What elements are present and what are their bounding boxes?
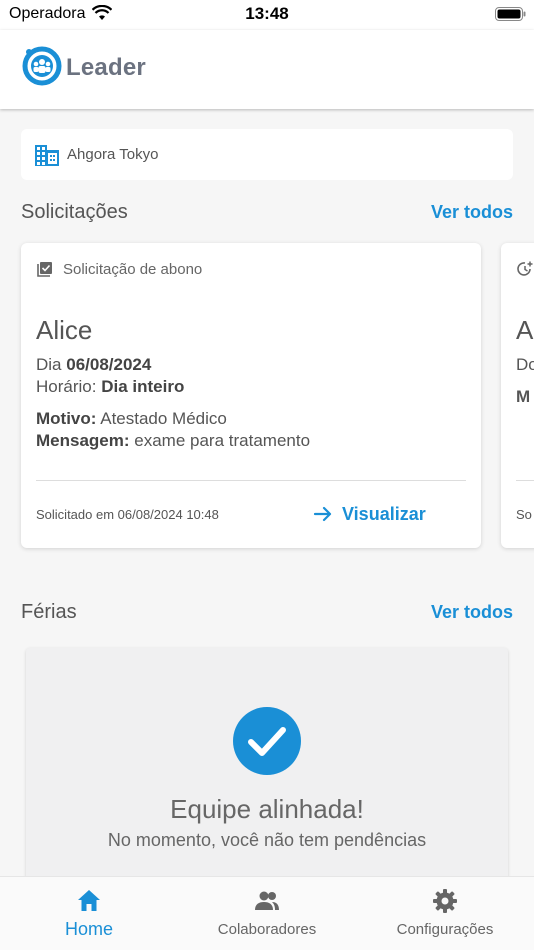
request-day-row: Dia 06/08/2024 — [36, 355, 151, 375]
status-bar: Operadora 13:48 — [0, 0, 534, 30]
view-request-label: Visualizar — [342, 503, 426, 524]
app-header: Leader — [0, 30, 534, 109]
requests-section-title: Solicitações — [21, 201, 128, 223]
requests-see-all-link[interactable]: Ver todos — [431, 202, 513, 223]
home-content[interactable]: Ahgora Tokyo Solicitações Ver todos Soli… — [0, 109, 534, 876]
gear-icon — [433, 889, 457, 913]
request-time-row: Horário: Dia inteiro — [36, 377, 184, 397]
reason-value: Atestado Médico — [100, 409, 227, 428]
brand-name: Leader — [66, 54, 146, 81]
company-selector[interactable]: Ahgora Tokyo — [21, 129, 513, 180]
home-icon — [78, 890, 100, 911]
tab-home[interactable]: Home — [0, 887, 178, 940]
time-value: Dia inteiro — [101, 377, 185, 396]
request-message-row: Mensagem: exame para tratamento — [36, 431, 310, 451]
arrow-right-icon — [313, 506, 332, 522]
clock: 13:48 — [245, 4, 289, 23]
leader-logo-icon — [22, 46, 62, 86]
empty-state-title: Equipe alinhada! — [170, 794, 364, 824]
day-label: Dia — [36, 355, 62, 374]
tab-configuracoes[interactable]: Configurações — [356, 887, 534, 938]
people-icon — [255, 891, 279, 910]
tab-colaboradores-label: Colaboradores — [217, 921, 317, 938]
battery-icon — [495, 7, 526, 21]
company-name: Ahgora Tokyo — [67, 146, 159, 163]
request-reason-row: M — [516, 387, 531, 406]
vacations-empty-state: Equipe alinhada! No momento, você não te… — [26, 648, 508, 876]
view-request-button[interactable]: Visualizar — [313, 501, 426, 527]
message-label: Mensagem: — [36, 431, 130, 450]
empty-state-subtitle: No momento, você não tem pendências — [107, 830, 427, 850]
requested-at: So — [516, 507, 532, 522]
bottom-tab-bar: Home Colaboradores Configurações — [0, 876, 534, 950]
tab-colaboradores[interactable]: Colaboradores — [178, 887, 356, 938]
clock-plus-icon — [517, 261, 533, 276]
requested-at: Solicitado em 06/08/2024 10:48 — [36, 507, 219, 522]
tab-home-label: Home — [64, 919, 113, 939]
check-circle-icon — [233, 707, 301, 775]
request-card[interactable]: Solicitação de abono Alice Dia 06/08/202… — [21, 243, 481, 548]
employee-name: A — [516, 315, 534, 345]
request-card[interactable]: A Do M So — [501, 243, 534, 548]
request-type: Solicitação de abono — [63, 261, 203, 278]
day-value: 06/08/2024 — [66, 355, 152, 374]
card-divider — [36, 480, 466, 481]
vacations-see-all-link[interactable]: Ver todos — [431, 602, 513, 623]
vacations-section-title: Férias — [21, 601, 77, 623]
request-day-row: Do — [516, 355, 534, 374]
tab-configuracoes-label: Configurações — [396, 921, 494, 938]
request-reason-row: Motivo: Atestado Médico — [36, 409, 227, 429]
building-icon — [35, 145, 59, 166]
time-label: Horário: — [36, 377, 97, 396]
message-value: exame para tratamento — [134, 431, 311, 450]
employee-name: Alice — [36, 315, 93, 345]
card-divider — [516, 480, 534, 481]
reason-label: Motivo: — [36, 409, 97, 428]
checklist-icon — [37, 262, 52, 277]
